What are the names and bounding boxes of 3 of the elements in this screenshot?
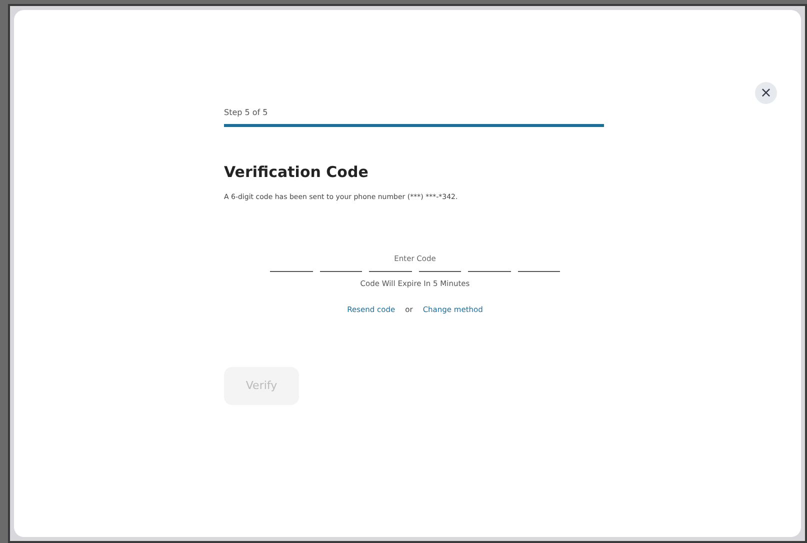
step-label: Step 5 of 5	[224, 107, 269, 119]
close-button[interactable]: ×	[755, 82, 777, 104]
dialog-title: Verification Code	[224, 162, 370, 183]
